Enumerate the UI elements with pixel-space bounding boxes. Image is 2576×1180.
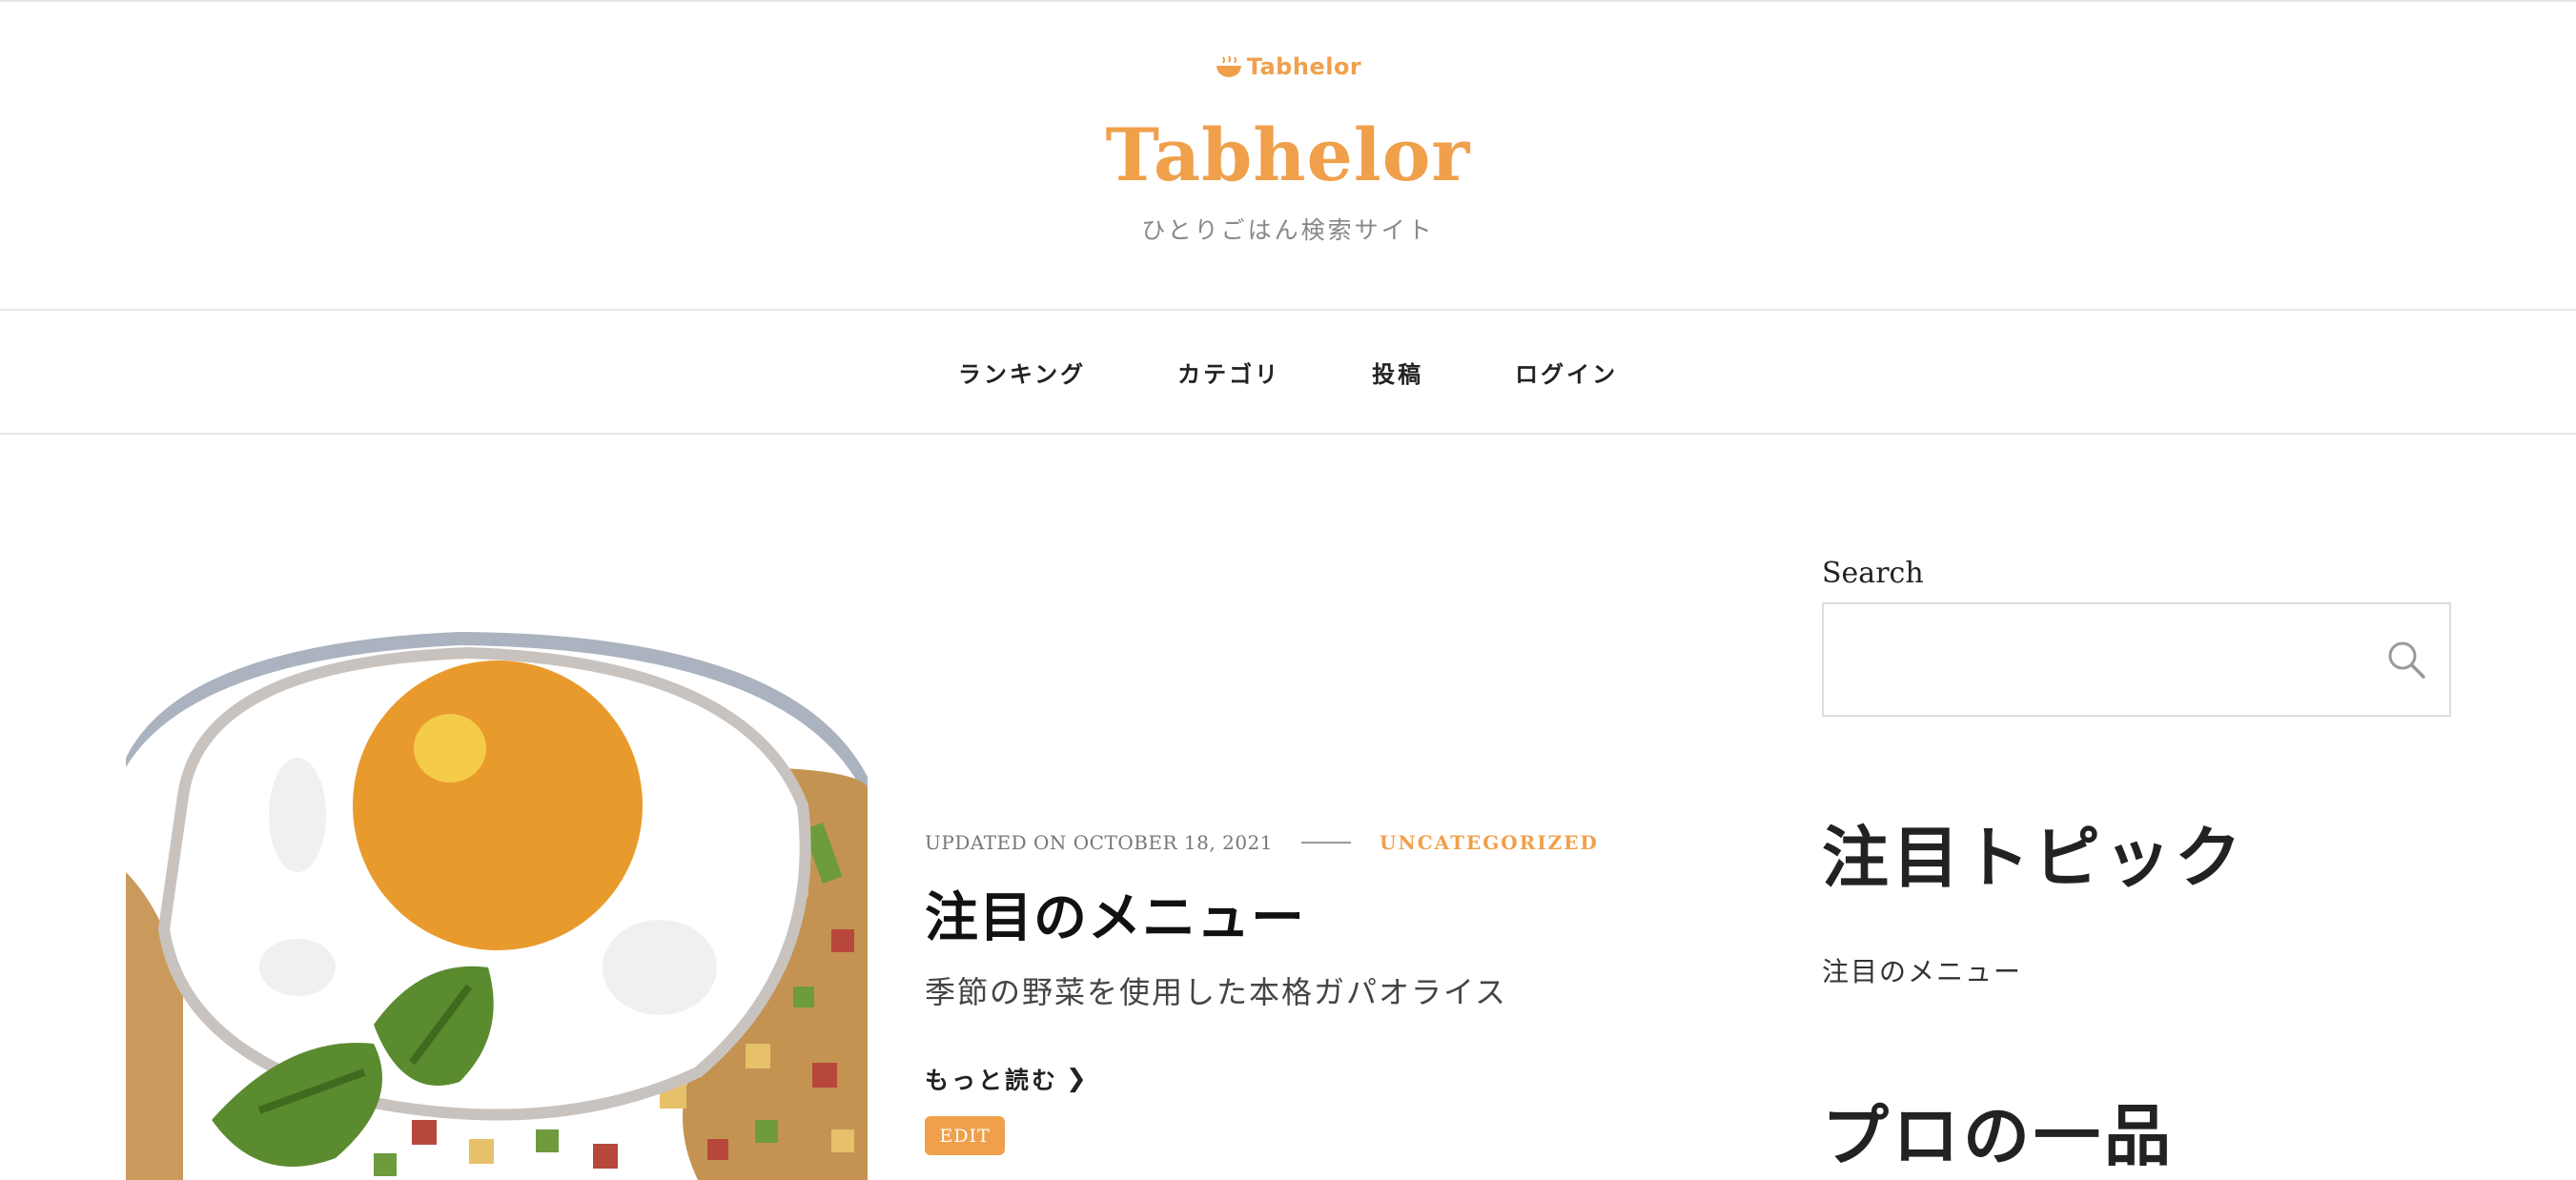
widget-title-pro-dish: プロの一品 <box>1822 1096 2175 1175</box>
chevron-right-icon: ❯ <box>1066 1065 1090 1093</box>
search-input[interactable] <box>1824 604 2363 715</box>
nav-item-ranking[interactable]: ランキング <box>958 356 1086 389</box>
post-title[interactable]: 注目のメニュー <box>925 875 1305 952</box>
top-divider <box>0 0 2576 2</box>
search-form <box>1822 602 2451 717</box>
read-more-label: もっと読む <box>925 1067 1059 1094</box>
site-tagline: ひとりごはん検索サイト <box>1141 216 1435 244</box>
widget-link-featured-menu[interactable]: 注目のメニュー <box>1822 951 2022 989</box>
post-category-link[interactable]: UNCATEGORIZED <box>1380 831 1599 854</box>
search-button[interactable] <box>2363 604 2449 715</box>
main-nav: ランキング カテゴリ 投稿 ログイン <box>0 309 2576 435</box>
post-updated-date: UPDATED ON OCTOBER 18, 2021 <box>925 831 1273 854</box>
site-logo[interactable]: Tabhelor <box>0 53 2576 80</box>
nav-item-category[interactable]: カテゴリ <box>1177 356 1280 389</box>
site-title[interactable]: Tabhelor <box>0 112 2576 197</box>
post-featured-image[interactable] <box>126 624 868 1180</box>
search-icon <box>2388 641 2425 679</box>
read-more-link[interactable]: もっと読む ❯ <box>925 1062 1090 1096</box>
post-meta: UPDATED ON OCTOBER 18, 2021 UNCATEGORIZE… <box>925 831 1599 854</box>
gapao-rice-illustration <box>126 632 868 1180</box>
post-excerpt: 季節の野菜を使用した本格ガパオライス <box>925 974 1508 1010</box>
bowl-icon <box>1216 55 1241 77</box>
nav-item-post[interactable]: 投稿 <box>1372 356 1423 389</box>
nav-item-login[interactable]: ログイン <box>1515 356 1618 389</box>
logo-text: Tabhelor <box>1246 53 1362 80</box>
widget-title-featured-topics: 注目トピック <box>1822 818 2245 897</box>
search-label: Search <box>1822 557 1924 590</box>
edit-button[interactable]: EDIT <box>925 1116 1005 1155</box>
meta-separator <box>1301 842 1351 844</box>
